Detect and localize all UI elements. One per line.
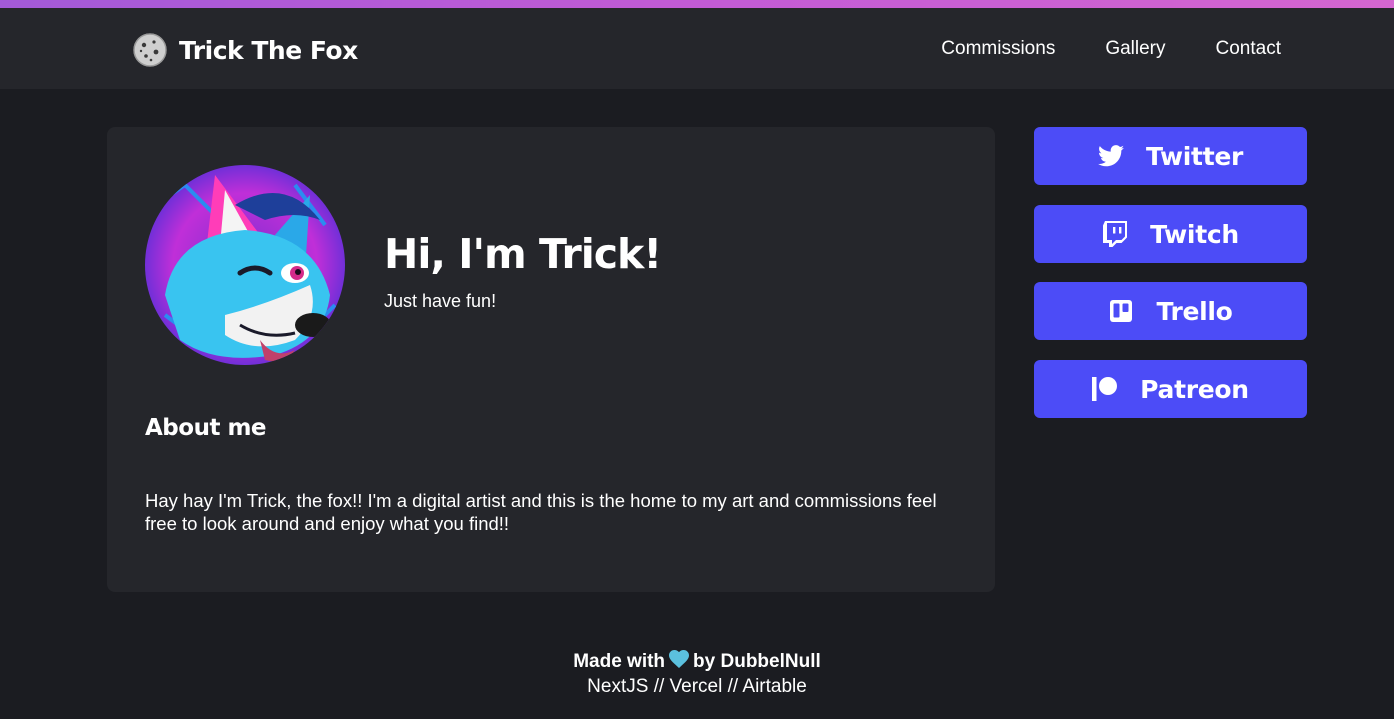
site-footer: Made with by DubbelNull NextJS // Vercel… bbox=[0, 650, 1394, 698]
patreon-label: Patreon bbox=[1140, 374, 1249, 404]
twitter-icon bbox=[1097, 143, 1124, 169]
profile-card: Hi, I'm Trick! Just have fun! About me H… bbox=[107, 127, 995, 592]
nav-contact[interactable]: Contact bbox=[1216, 38, 1281, 60]
top-accent-bar bbox=[0, 0, 1394, 8]
greeting-title: Hi, I'm Trick! bbox=[384, 230, 662, 278]
twitch-icon bbox=[1102, 221, 1128, 247]
author-text: by DubbelNull bbox=[693, 651, 821, 672]
twitter-button[interactable]: Twitter bbox=[1034, 127, 1307, 185]
cookie-logo-icon bbox=[133, 33, 167, 67]
twitch-button[interactable]: Twitch bbox=[1034, 205, 1307, 263]
tech-stack-text: NextJS // Vercel // Airtable bbox=[587, 676, 807, 697]
fox-avatar bbox=[145, 165, 345, 365]
about-heading: About me bbox=[145, 415, 267, 441]
brand-title: Trick The Fox bbox=[179, 35, 358, 65]
patreon-button[interactable]: Patreon bbox=[1034, 360, 1307, 418]
trello-button[interactable]: Trello bbox=[1034, 282, 1307, 340]
brand-link[interactable]: Trick The Fox bbox=[133, 33, 358, 67]
about-text: Hay hay I'm Trick, the fox!! I'm a digit… bbox=[145, 490, 937, 534]
made-with-text: Made with bbox=[573, 651, 666, 672]
trello-icon bbox=[1108, 298, 1134, 324]
twitch-label: Twitch bbox=[1150, 219, 1239, 249]
twitter-label: Twitter bbox=[1145, 141, 1244, 171]
trello-label: Trello bbox=[1156, 296, 1233, 326]
nav-commissions[interactable]: Commissions bbox=[941, 38, 1055, 60]
made-with-line: Made with by DubbelNull bbox=[0, 650, 1394, 674]
heart-icon bbox=[669, 650, 690, 674]
nav-gallery[interactable]: Gallery bbox=[1105, 38, 1165, 60]
patreon-icon bbox=[1092, 376, 1118, 402]
main-nav: Commissions Gallery Contact bbox=[941, 38, 1281, 60]
tagline: Just have fun! bbox=[384, 291, 497, 311]
site-header: Trick The Fox Commissions Gallery Contac… bbox=[0, 8, 1394, 89]
